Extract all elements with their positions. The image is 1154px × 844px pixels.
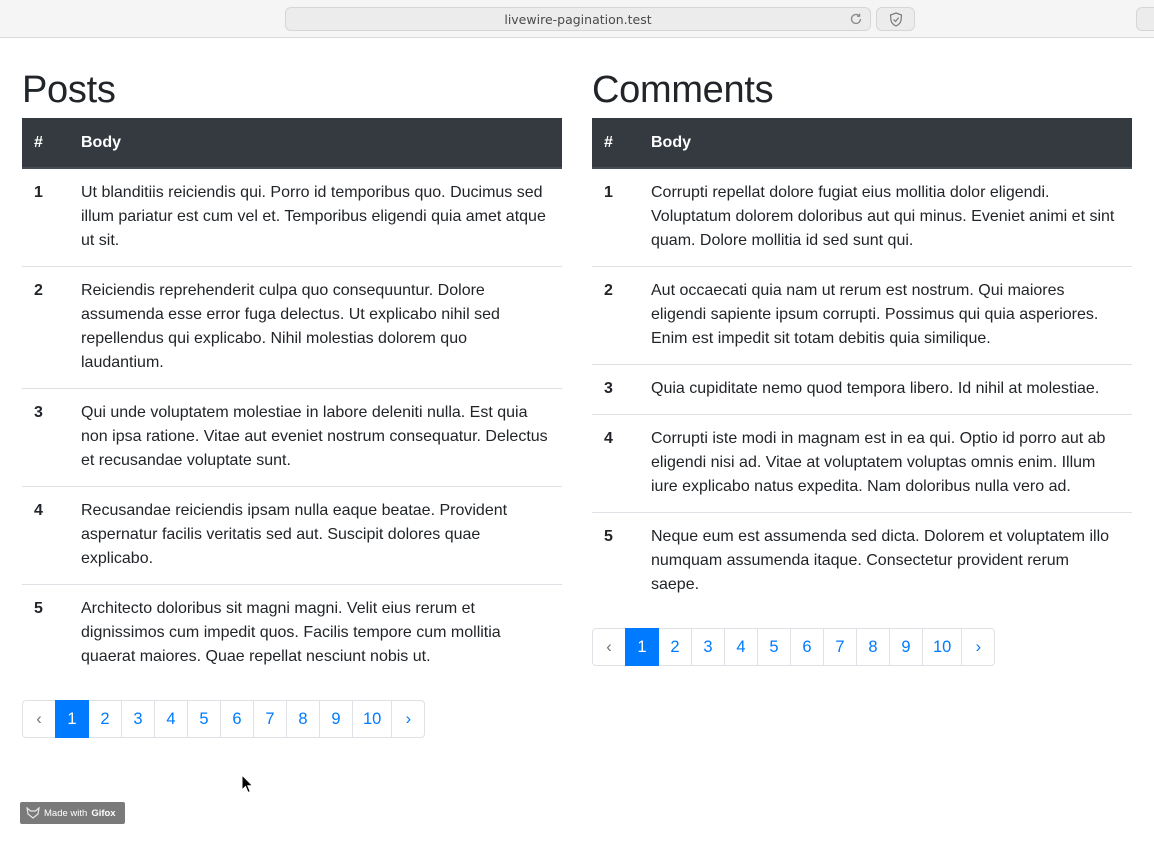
table-row: 5 Neque eum est assumenda sed dicta. Dol… xyxy=(592,512,1132,610)
page-4-button[interactable]: 4 xyxy=(154,700,188,738)
next-page-button[interactable]: › xyxy=(961,628,996,666)
row-body: Aut occaecati quia nam ut rerum est nost… xyxy=(639,266,1132,365)
table-row: 4 Recusandae reiciendis ipsam nulla eaqu… xyxy=(22,486,562,585)
page-9-button[interactable]: 9 xyxy=(889,628,923,666)
page-8-button[interactable]: 8 xyxy=(286,700,320,738)
page-5-button[interactable]: 5 xyxy=(757,628,791,666)
page-3-button[interactable]: 3 xyxy=(121,700,155,738)
row-number: 1 xyxy=(34,184,43,201)
page-9-button[interactable]: 9 xyxy=(319,700,353,738)
row-number: 2 xyxy=(592,266,639,365)
page-1-button[interactable]: 1 xyxy=(55,700,89,738)
row-body: Quia cupiditate nemo quod tempora libero… xyxy=(639,364,1132,415)
row-number: 2 xyxy=(22,266,69,389)
mouse-cursor-icon xyxy=(241,774,254,794)
row-number: 5 xyxy=(592,512,639,610)
page-4-button[interactable]: 4 xyxy=(724,628,758,666)
table-row: 2 Aut occaecati quia nam ut rerum est no… xyxy=(592,266,1132,365)
row-body: Ut blanditiis reiciendis qui. Porro id t… xyxy=(81,184,546,249)
browser-toolbar: livewire-pagination.test xyxy=(0,0,1154,38)
comments-table: # Body 1 Corrupti repellat dolore fugiat… xyxy=(592,118,1132,610)
row-body: Corrupti repellat dolore fugiat eius mol… xyxy=(651,184,1115,249)
row-body: Reiciendis reprehenderit culpa quo conse… xyxy=(69,266,562,389)
column-header-body: Body xyxy=(639,118,1132,169)
row-number: 3 xyxy=(592,364,639,415)
page-7-button[interactable]: 7 xyxy=(253,700,287,738)
row-body: Recusandae reiciendis ipsam nulla eaque … xyxy=(69,486,562,585)
table-row: 5 Architecto doloribus sit magni magni. … xyxy=(22,584,562,682)
page-3-button[interactable]: 3 xyxy=(691,628,725,666)
row-number: 4 xyxy=(22,486,69,585)
comments-table-header: # Body xyxy=(592,118,1132,169)
column-header-number: # xyxy=(22,118,69,169)
table-row: 4 Corrupti iste modi in magnam est in ea… xyxy=(592,414,1132,513)
column-header-number: # xyxy=(592,118,639,169)
posts-table: # Body 1 Ut blanditiis reiciendis qui. P… xyxy=(22,118,562,682)
previous-page-button[interactable]: ‹ xyxy=(22,700,56,738)
page-6-button[interactable]: 6 xyxy=(790,628,824,666)
comments-section: Comments # Body 1 Corrupti repellat dolo… xyxy=(592,38,1132,666)
page-10-button[interactable]: 10 xyxy=(922,628,963,666)
page-2-button[interactable]: 2 xyxy=(88,700,122,738)
shield-button[interactable] xyxy=(876,7,915,31)
watermark-brand: Gifox xyxy=(91,807,116,819)
table-row: 3 Quia cupiditate nemo quod tempora libe… xyxy=(592,364,1132,415)
row-number: 3 xyxy=(22,388,69,487)
page-8-button[interactable]: 8 xyxy=(856,628,890,666)
shield-icon xyxy=(889,12,903,27)
table-row: 1 Ut blanditiis reiciendis qui. Porro id… xyxy=(22,168,562,267)
page-2-button[interactable]: 2 xyxy=(658,628,692,666)
row-number: 1 xyxy=(604,184,613,201)
posts-section: Posts # Body 1 Ut blanditiis reiciendis … xyxy=(22,38,562,738)
row-body: Qui unde voluptatem molestiae in labore … xyxy=(69,388,562,487)
posts-pagination: ‹ 1 2 3 4 5 6 7 8 9 10 › xyxy=(22,700,562,738)
page-10-button[interactable]: 10 xyxy=(352,700,393,738)
page-1-button[interactable]: 1 xyxy=(625,628,659,666)
posts-table-header: # Body xyxy=(22,118,562,169)
address-bar[interactable]: livewire-pagination.test xyxy=(285,7,871,31)
row-body: Neque eum est assumenda sed dicta. Dolor… xyxy=(639,512,1132,610)
posts-title: Posts xyxy=(22,69,116,111)
previous-page-button[interactable]: ‹ xyxy=(592,628,626,666)
table-row: 1 Corrupti repellat dolore fugiat eius m… xyxy=(592,168,1132,267)
page-5-button[interactable]: 5 xyxy=(187,700,221,738)
row-number: 5 xyxy=(22,584,69,682)
reload-icon[interactable] xyxy=(848,11,864,27)
next-page-button[interactable]: › xyxy=(391,700,426,738)
fox-icon xyxy=(26,807,40,819)
page-6-button[interactable]: 6 xyxy=(220,700,254,738)
page-7-button[interactable]: 7 xyxy=(823,628,857,666)
column-header-body: Body xyxy=(69,118,562,169)
row-body: Architecto doloribus sit magni magni. Ve… xyxy=(69,584,562,682)
table-row: 2 Reiciendis reprehenderit culpa quo con… xyxy=(22,266,562,389)
row-body: Corrupti iste modi in magnam est in ea q… xyxy=(639,414,1132,513)
toolbar-button[interactable] xyxy=(1136,7,1154,31)
comments-pagination: ‹ 1 2 3 4 5 6 7 8 9 10 › xyxy=(592,628,1132,666)
watermark-prefix: Made with xyxy=(44,807,88,819)
comments-title: Comments xyxy=(592,69,774,111)
url-text: livewire-pagination.test xyxy=(504,12,652,27)
row-number: 4 xyxy=(592,414,639,513)
gifox-watermark: Made with Gifox xyxy=(20,802,125,824)
table-row: 3 Qui unde voluptatem molestiae in labor… xyxy=(22,388,562,487)
